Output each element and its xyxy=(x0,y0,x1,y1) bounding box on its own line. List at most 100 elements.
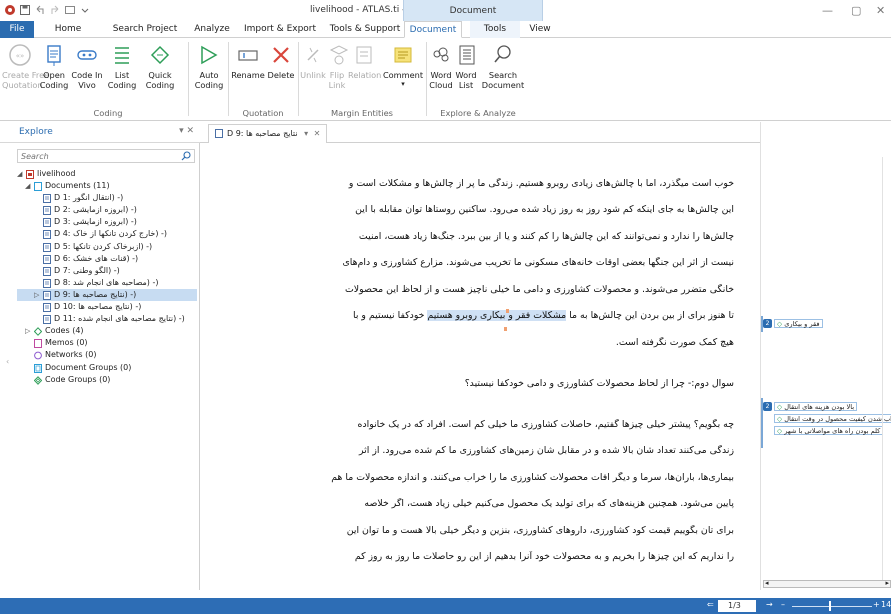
tree-item-project[interactable]: ◢ livelihood xyxy=(17,168,197,180)
tree-item-codes[interactable]: ▷ Codes (4) xyxy=(17,325,197,337)
text-doc-icon xyxy=(43,218,51,228)
coded-quotation[interactable]: مشکلات فقر و بیکاری روبرو هستیم xyxy=(427,310,567,321)
document-tab[interactable]: D 9: نتایج مصاحبه ها ▾ ✕ xyxy=(208,124,328,143)
comment-label: Comment xyxy=(382,70,424,80)
group-margin-entities-label: Margin Entities xyxy=(330,108,394,118)
page-number-input[interactable]: 1/3 xyxy=(718,600,756,612)
tab-search-project[interactable]: Search Project xyxy=(105,21,185,38)
scroll-right-icon[interactable]: ▸ xyxy=(885,579,889,587)
vertical-scrollbar[interactable] xyxy=(882,157,890,587)
tab-tools[interactable]: Tools xyxy=(470,21,520,38)
tab-import-export[interactable]: Import & Export xyxy=(242,21,318,38)
tab-file[interactable]: File xyxy=(0,21,34,38)
word-cloud-button[interactable]: Word Cloud xyxy=(428,42,454,90)
margin-code[interactable]: ◇ بالا بودن هزینه های انتقال xyxy=(774,402,858,411)
tree-item-document[interactable]: D 11: نتایج مصاحبه های انجام شده) -) xyxy=(17,313,197,325)
maximize-button[interactable]: ▢ xyxy=(851,4,861,17)
comment-dropdown-icon[interactable]: ▾ xyxy=(382,80,424,88)
create-free-quotation-button[interactable]: «» Create Free Quotation xyxy=(2,42,49,90)
search-input[interactable] xyxy=(18,150,168,162)
close-button[interactable]: ✕ xyxy=(876,4,885,17)
tree-item-networks[interactable]: Networks (0) xyxy=(17,349,197,361)
redo-icon[interactable] xyxy=(49,4,61,16)
tab-document[interactable]: Document xyxy=(404,21,462,38)
expand-arrow-icon[interactable]: ▷ xyxy=(34,289,39,301)
list-coding-button[interactable]: List Coding xyxy=(104,42,140,90)
text-doc-icon xyxy=(43,254,51,264)
delete-button[interactable]: Delete xyxy=(266,42,296,80)
quotation-bracket[interactable] xyxy=(761,316,763,332)
tree-item-document[interactable]: D 10: نتایج مصاحبه ها) -) xyxy=(17,301,197,313)
explore-search[interactable] xyxy=(17,149,195,163)
zoom-in-icon[interactable]: + xyxy=(873,600,880,609)
document-text[interactable]: خوب است میگذرد، اما با چالش‌های زیادی رو… xyxy=(200,143,760,590)
tree-item-document[interactable]: D 7: الگو وطنی) -) xyxy=(17,265,197,277)
margin-code[interactable]: ◇ خراب شدن کیفیت محصول در وقت انتقال xyxy=(774,414,891,423)
horizontal-scrollbar[interactable]: ◂ ▸ xyxy=(763,579,891,588)
margin-code[interactable]: ◇ فقر و بیکاری xyxy=(774,319,823,328)
svg-text:«»: «» xyxy=(16,52,25,60)
zoom-slider[interactable] xyxy=(792,606,872,607)
tab-menu-icon[interactable]: ▾ xyxy=(304,129,308,138)
customize-qat-icon[interactable] xyxy=(79,4,91,16)
collapse-arrow-icon[interactable]: ◢ xyxy=(25,180,30,192)
tab-view[interactable]: View xyxy=(520,21,560,38)
collapse-arrow-icon[interactable]: ◢ xyxy=(17,168,22,180)
tab-analyze[interactable]: Analyze xyxy=(190,21,234,38)
document-groups-icon xyxy=(34,363,42,373)
quotation-end-marker[interactable] xyxy=(504,327,507,331)
comment-button[interactable]: Comment ▾ xyxy=(382,42,424,88)
relation-label: Relation xyxy=(348,70,382,80)
tree-item-document[interactable]: D 2: ابروزه ازمایشی) -) xyxy=(17,204,197,216)
search-icon[interactable] xyxy=(181,151,191,161)
minimize-button[interactable]: — xyxy=(822,4,833,17)
tab-close-icon[interactable]: ✕ xyxy=(314,129,321,138)
search-document-button[interactable]: Search Document xyxy=(480,42,526,90)
code-in-vivo-button[interactable]: Code In Vivo xyxy=(70,42,104,90)
expand-arrow-icon[interactable]: ▷ xyxy=(25,325,30,337)
explore-panel-controls[interactable]: ▾ ✕ xyxy=(179,126,194,136)
page-next-icon[interactable]: → xyxy=(766,600,773,609)
undo-icon[interactable] xyxy=(34,4,46,16)
window-layout-icon[interactable] xyxy=(64,4,76,16)
zoom-slider-thumb[interactable] xyxy=(829,601,831,611)
code-diamond-icon: ◇ xyxy=(777,415,783,423)
word-list-button[interactable]: Word List xyxy=(454,42,478,90)
group-coding-label: Coding xyxy=(93,108,123,118)
panel-collapse-icon[interactable]: ‹ xyxy=(6,357,9,366)
flip-link-button[interactable]: Flip Link xyxy=(326,42,349,90)
quotation-bracket[interactable] xyxy=(761,398,763,448)
tree-item-document-groups[interactable]: Document Groups (0) xyxy=(17,362,197,374)
margin-code[interactable]: ◇ کلم بودن راه های مواصلاتی با شهر xyxy=(774,426,884,435)
quotation-start-marker[interactable] xyxy=(506,309,509,313)
tree-item-document[interactable]: D 6: قنات های خشک) -) xyxy=(17,253,197,265)
unlink-button[interactable]: Unlink xyxy=(300,42,326,80)
tree-item-code-groups[interactable]: Code Groups (0) xyxy=(17,374,197,386)
auto-coding-button[interactable]: Auto Coding xyxy=(192,42,226,90)
tab-home[interactable]: Home xyxy=(48,21,88,38)
save-icon[interactable] xyxy=(19,4,31,16)
scroll-left-icon[interactable]: ◂ xyxy=(765,579,769,587)
tree-item-document[interactable]: D 4: خارج کردن تانکها از خاک) -) xyxy=(17,228,197,240)
quick-coding-button[interactable]: Quick Coding xyxy=(142,42,178,90)
tree-item-document[interactable]: D 3: ابروزه ازمایشی) -) xyxy=(17,216,197,228)
tab-tools-support[interactable]: Tools & Support xyxy=(326,21,404,38)
rename-button[interactable]: Rename xyxy=(230,42,266,80)
tree-item-documents[interactable]: ◢ Documents (11) xyxy=(17,180,197,192)
relation-button[interactable]: Relation xyxy=(348,42,382,80)
open-coding-button[interactable]: Open Coding xyxy=(38,42,70,90)
text-doc-icon xyxy=(43,303,51,313)
code-in-vivo-icon xyxy=(77,50,97,60)
zoom-out-icon[interactable]: – xyxy=(781,600,785,609)
tree-item-document[interactable]: D 1: انتقال انگور) -) xyxy=(17,192,197,204)
page-prev-icon[interactable]: ⇐ xyxy=(707,600,714,609)
quotation-badge[interactable]: 2 xyxy=(763,319,772,328)
text-line: سوال دوم:- چرا از لحاظ محصولات کشاورزی و… xyxy=(464,378,734,389)
list-coding-label: List Coding xyxy=(107,70,137,90)
text-doc-icon xyxy=(43,194,51,204)
quotation-badge[interactable]: 2 xyxy=(763,402,772,411)
tree-item-memos[interactable]: Memos (0) xyxy=(17,337,197,349)
tree-item-document[interactable]: D 8: مصاحبه های انجام شد) -) xyxy=(17,277,197,289)
tree-item-document-selected[interactable]: ▷ D 9: نتایج مصاحبه ها) -) xyxy=(17,288,197,302)
tree-item-document[interactable]: D 5: ازبرخاک کردن تانکها) -) xyxy=(17,241,197,253)
